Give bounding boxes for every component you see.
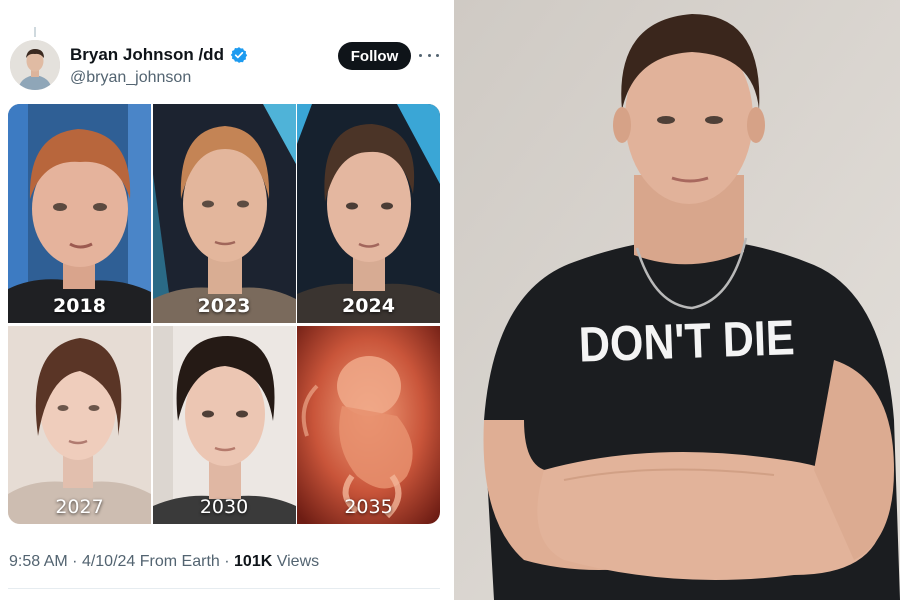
- media-tile-2030[interactable]: 2030: [152, 326, 296, 524]
- year-label: 2027: [55, 496, 104, 518]
- year-label: 2023: [197, 295, 251, 317]
- year-label: 2035: [344, 496, 393, 518]
- tweet-card: Bryan Johnson /dd @bryan_johnson Follow: [0, 0, 452, 600]
- dot: [419, 53, 422, 57]
- media-tile-2023[interactable]: 2023: [152, 104, 296, 323]
- divider: [8, 588, 440, 589]
- author-handle[interactable]: @bryan_johnson: [70, 69, 191, 87]
- more-options-icon[interactable]: [419, 48, 439, 62]
- year-label: 2030: [199, 496, 249, 518]
- media-grid[interactable]: 2018 2023 2024 2027 2030 2035: [8, 104, 440, 524]
- portrait-photo: DON'T DIE: [454, 0, 900, 600]
- face-image-2027: [8, 326, 151, 524]
- verified-badge-icon: [230, 46, 248, 64]
- face-image-2018: [8, 104, 151, 323]
- media-tile-2027[interactable]: 2027: [8, 326, 151, 524]
- avatar-image: [10, 40, 60, 90]
- year-label: 2024: [342, 295, 395, 317]
- face-image-2023: [152, 104, 296, 323]
- face-image-2030: [152, 326, 296, 524]
- views-count[interactable]: 101K: [234, 553, 272, 570]
- tweet-meta: 9:58 AM · 4/10/24 From Earth · 101K View…: [9, 553, 319, 571]
- dot: [427, 53, 431, 57]
- face-image-2024: [297, 104, 440, 323]
- follow-button[interactable]: Follow: [338, 42, 411, 70]
- meta-separator: ·: [72, 553, 78, 570]
- meta-separator: ·: [224, 553, 230, 570]
- thread-line: [34, 27, 36, 37]
- author-name-row: Bryan Johnson /dd: [70, 44, 248, 66]
- dot: [436, 53, 439, 57]
- media-tile-2035[interactable]: 2035: [297, 326, 440, 524]
- tweet-source: From Earth: [139, 553, 220, 570]
- avatar[interactable]: [10, 40, 60, 90]
- tweet-date[interactable]: 4/10/24: [82, 553, 135, 570]
- embryo-image-2035: [297, 326, 440, 524]
- media-tile-2024[interactable]: 2024: [297, 104, 440, 323]
- views-label: Views: [276, 553, 320, 570]
- shirt-text: DON'T DIE: [578, 310, 796, 374]
- author-display-name[interactable]: Bryan Johnson /dd: [70, 45, 224, 65]
- person-illustration: [454, 0, 900, 600]
- year-label: 2018: [53, 295, 106, 317]
- tweet-time[interactable]: 9:58 AM: [9, 553, 68, 570]
- media-tile-2018[interactable]: 2018: [8, 104, 151, 323]
